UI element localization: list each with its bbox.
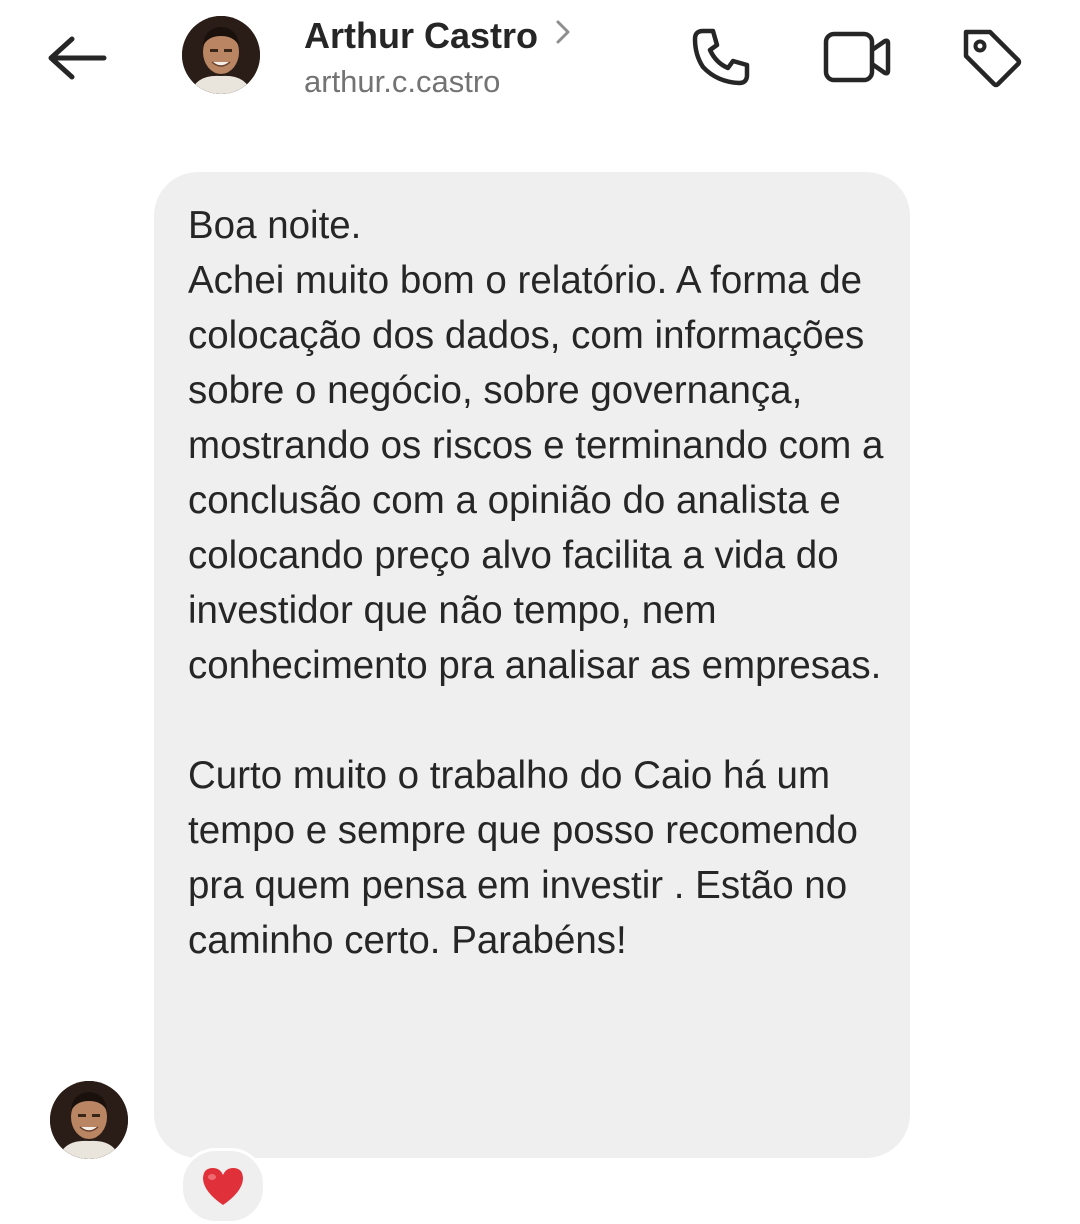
phone-icon bbox=[692, 28, 750, 86]
contact-handle: arthur.c.castro bbox=[304, 64, 501, 99]
audio-call-button[interactable] bbox=[686, 22, 756, 92]
message-bubble[interactable]: Boa noite. Achei muito bom o relatório. … bbox=[154, 172, 910, 1158]
message-text: Boa noite. Achei muito bom o relatório. … bbox=[188, 204, 884, 962]
contact-avatar[interactable] bbox=[182, 16, 260, 94]
chat-header: Arthur Castro arthur.c.castro bbox=[0, 0, 1080, 120]
sender-avatar[interactable] bbox=[50, 1081, 128, 1159]
tag-icon bbox=[963, 29, 1022, 88]
heart-icon bbox=[203, 1168, 243, 1205]
video-call-button[interactable] bbox=[822, 22, 892, 92]
contact-name[interactable]: Arthur Castro bbox=[304, 14, 538, 58]
contact-info[interactable]: Arthur Castro arthur.c.castro bbox=[304, 14, 570, 102]
arrow-left-icon bbox=[48, 36, 107, 80]
tag-button[interactable] bbox=[956, 22, 1026, 92]
heart-reaction[interactable] bbox=[180, 1148, 266, 1224]
back-button[interactable] bbox=[38, 28, 114, 88]
chevron-right-icon bbox=[556, 20, 570, 49]
video-camera-icon bbox=[823, 31, 891, 83]
